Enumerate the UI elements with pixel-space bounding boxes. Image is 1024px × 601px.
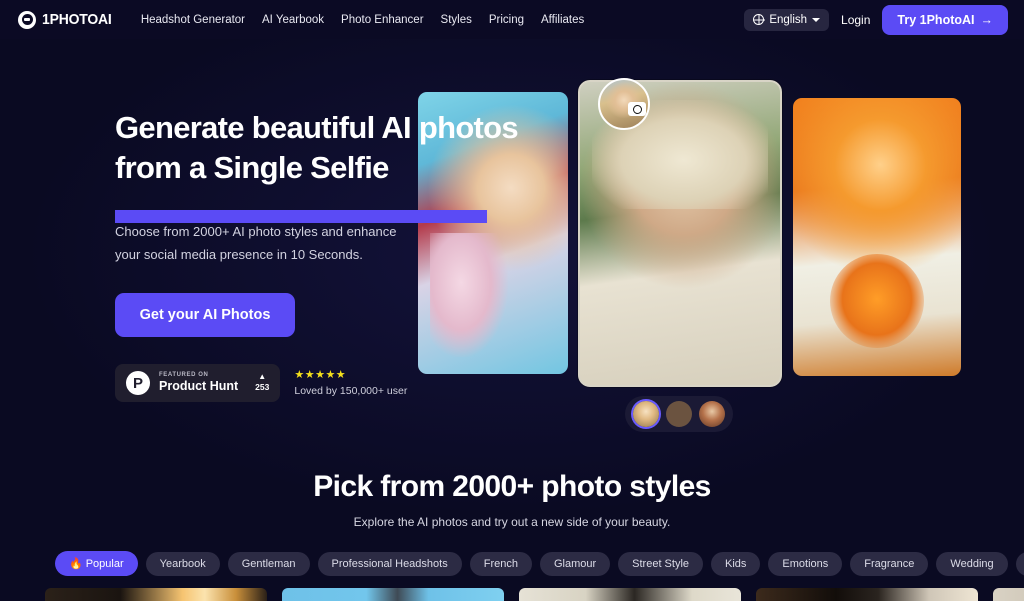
uploaded-selfie-avatar[interactable]: [598, 78, 650, 130]
camera-icon: [628, 102, 646, 116]
nav-link-photo-enhancer[interactable]: Photo Enhancer: [341, 14, 423, 26]
chip-yearbook[interactable]: Yearbook: [145, 551, 220, 576]
nav-link-ai-yearbook[interactable]: AI Yearbook: [262, 14, 324, 26]
get-your-ai-photos-button[interactable]: Get your AI Photos: [115, 293, 295, 337]
styles-gallery-strip: [0, 588, 1024, 601]
arrow-right-icon: →: [980, 12, 994, 27]
try-1photoai-button[interactable]: Try 1PhotoAI →: [882, 4, 1008, 35]
nav-link-affiliates[interactable]: Affiliates: [541, 14, 584, 26]
nav-right-group: English Login Try 1PhotoAI →: [744, 4, 1008, 35]
avatar-option-group: [625, 396, 733, 432]
product-hunt-name: Product Hunt: [159, 379, 239, 394]
fire-icon: 🔥: [69, 558, 83, 570]
try-button-label: Try 1PhotoAI: [897, 12, 975, 27]
hero-headline-line1: Generate beautiful AI photos: [115, 110, 519, 145]
nav-link-styles[interactable]: Styles: [441, 14, 472, 26]
globe-icon: [753, 14, 765, 25]
hero-card-halloween[interactable]: [793, 98, 961, 376]
top-navbar: 1PHOTOAI Headshot Generator AI Yearbook …: [0, 0, 1024, 39]
landing-page: 1PHOTOAI Headshot Generator AI Yearbook …: [0, 0, 1024, 601]
hero-headline-line2-wrap: from a Single Selfie: [115, 148, 487, 223]
hero-card-vintage-hat[interactable]: [578, 80, 782, 387]
chip-popular-label: Popular: [85, 557, 124, 570]
product-hunt-upvotes: ▲ 253: [255, 373, 269, 392]
loved-by-text: Loved by 150,000+ user: [294, 384, 408, 397]
avatar-option-3[interactable]: [699, 401, 725, 427]
product-hunt-icon: P: [126, 371, 150, 395]
photo-styles-section: Pick from 2000+ photo styles Explore the…: [0, 470, 1024, 576]
gallery-photo-2[interactable]: [282, 588, 504, 601]
chip-professional-headshots[interactable]: Professional Headshots: [317, 551, 462, 576]
styles-section-subtitle: Explore the AI photos and try out a new …: [353, 515, 671, 529]
chip-glamour[interactable]: Glamour: [539, 551, 611, 576]
gallery-photo-1[interactable]: [45, 588, 267, 601]
gallery-photo-5[interactable]: [993, 588, 1024, 601]
chip-gentleman[interactable]: Gentleman: [227, 551, 310, 576]
product-hunt-featured-label: FEATURED ON: [159, 371, 209, 378]
chip-travel[interactable]: Travel: [1015, 551, 1024, 576]
hero-headline-line2: from a Single Selfie: [115, 150, 389, 185]
brand-logo[interactable]: 1PHOTOAI: [18, 10, 117, 29]
style-filter-chips: 🔥 Popular Yearbook Gentleman Professional…: [0, 551, 1024, 576]
nav-links: Headshot Generator AI Yearbook Photo Enh…: [141, 14, 584, 26]
social-proof-row: P FEATURED ON Product Hunt ▲ 253 ★★★★★ L…: [115, 364, 545, 402]
language-selector[interactable]: English: [744, 8, 830, 31]
star-rating-icon: ★★★★★: [294, 368, 347, 381]
chip-emotions[interactable]: Emotions: [768, 551, 843, 576]
avatar-option-1[interactable]: [633, 401, 659, 427]
nav-link-headshot-generator[interactable]: Headshot Generator: [141, 14, 245, 26]
brand-name: 1PHOTOAI: [42, 11, 112, 28]
chevron-down-icon: [812, 17, 821, 22]
upvote-arrow-icon: ▲: [258, 372, 267, 382]
hero-subtext: Choose from 2000+ AI photo styles and en…: [115, 224, 397, 262]
rating-block: ★★★★★ Loved by 150,000+ user: [294, 369, 407, 398]
avatar-option-2[interactable]: [666, 401, 692, 427]
login-link[interactable]: Login: [841, 13, 870, 27]
language-label: English: [769, 13, 808, 26]
nav-link-pricing[interactable]: Pricing: [489, 14, 524, 26]
chip-fragrance[interactable]: Fragrance: [850, 551, 929, 576]
upvote-count: 253: [255, 382, 270, 393]
camera-aperture-icon: [18, 10, 36, 29]
gallery-photo-4[interactable]: [756, 588, 978, 601]
chip-kids[interactable]: Kids: [711, 551, 761, 576]
hero-headline: Generate beautiful AI photos from a Sing…: [115, 108, 545, 223]
product-hunt-badge[interactable]: P FEATURED ON Product Hunt ▲ 253: [115, 364, 281, 402]
chip-street-style[interactable]: Street Style: [618, 551, 704, 576]
hero-text-block: Generate beautiful AI photos from a Sing…: [115, 108, 545, 402]
gallery-photo-3[interactable]: [519, 588, 741, 601]
chip-french[interactable]: French: [469, 551, 532, 576]
chip-popular[interactable]: 🔥 Popular: [55, 551, 138, 576]
styles-section-title: Pick from 2000+ photo styles: [313, 470, 711, 503]
product-hunt-copy: FEATURED ON Product Hunt: [159, 372, 238, 394]
chip-wedding[interactable]: Wedding: [936, 551, 1008, 576]
